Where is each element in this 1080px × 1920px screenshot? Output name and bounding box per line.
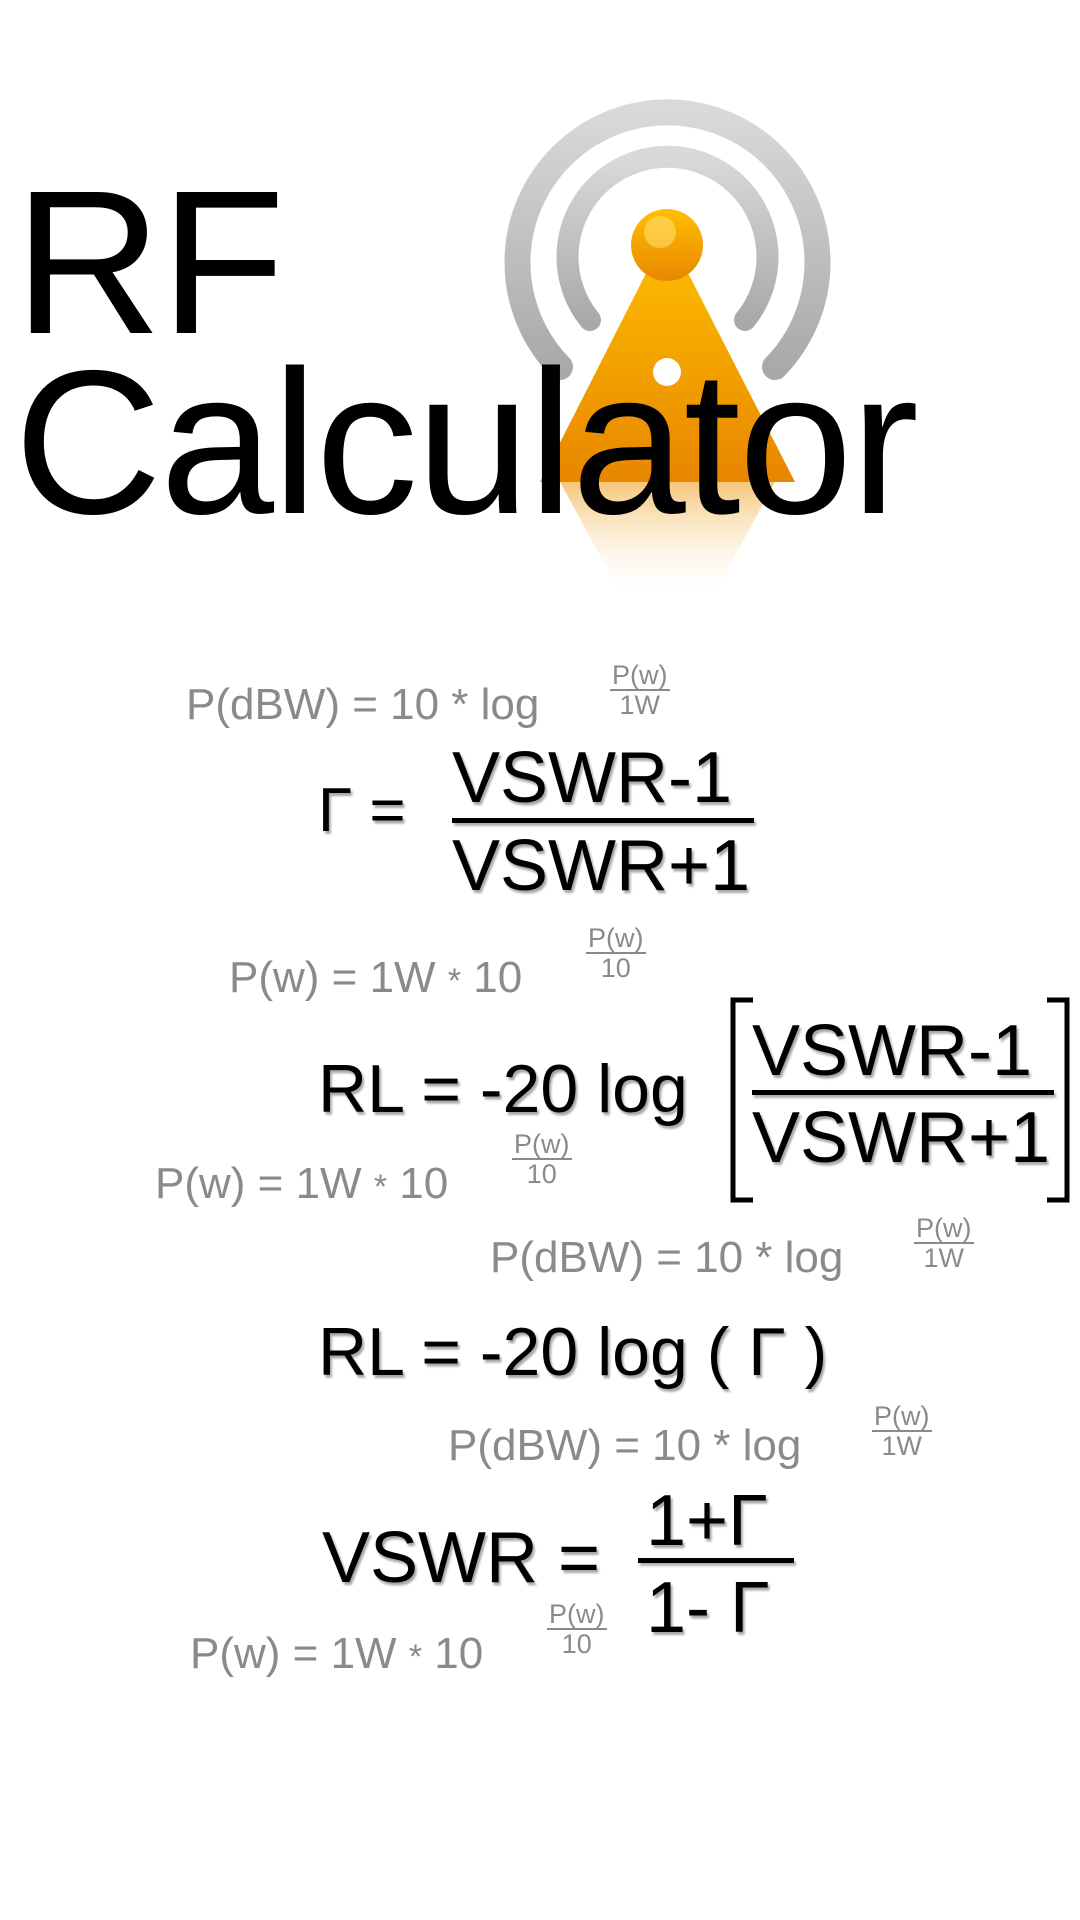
formula-vswr-def-denominator: 1- Γ	[646, 1568, 770, 1648]
formula-rl-vswr-lhs: RL = -20 log	[318, 1051, 688, 1127]
fraction-numerator: P(w)	[586, 923, 646, 955]
formula-pdbw-3: P(dBW) = 10 * log P(w) 1W	[448, 1402, 932, 1470]
fraction-denominator: 1W	[881, 1431, 923, 1462]
formula-pdbw-2-fraction: P(w) 1W	[914, 1214, 974, 1273]
fraction-numerator: P(w)	[610, 660, 670, 692]
fraction-denominator: 1W	[923, 1243, 965, 1274]
fraction-numerator: P(w)	[547, 1599, 607, 1631]
formula-pdbw-1-fraction: P(w) 1W	[610, 661, 670, 720]
formula-rl-gamma: RL = -20 log ( Γ )	[318, 1314, 828, 1390]
formula-pw-1-fraction: P(w) 10	[586, 924, 646, 983]
formula-rl-vswr-denominator: VSWR+1	[752, 1098, 1051, 1178]
fraction-denominator: 10	[526, 1159, 557, 1190]
formula-pw-1-star: *	[447, 962, 462, 1000]
formula-pdbw-3-left: P(dBW) = 10 * log	[448, 1421, 802, 1470]
formula-gamma-def-numerator: VSWR-1	[452, 738, 733, 818]
formula-pw-2-base: 10	[399, 1159, 449, 1208]
formula-pw-3-left: P(w) = 1W	[190, 1629, 397, 1678]
formula-pw-3: P(w) = 1W * 10 P(w) 10	[190, 1600, 607, 1678]
fraction-denominator: 1W	[619, 690, 661, 721]
fraction-denominator: 10	[561, 1629, 592, 1660]
formula-pw-2-fraction: P(w) 10	[512, 1130, 572, 1189]
fraction-numerator: P(w)	[872, 1401, 932, 1433]
formula-rl-vswr-numerator: VSWR-1	[752, 1011, 1033, 1091]
formula-pdbw-2-left: P(dBW) = 10 * log	[490, 1233, 844, 1282]
fraction-numerator: P(w)	[512, 1129, 572, 1161]
formula-pw-2-left: P(w) = 1W	[155, 1159, 362, 1208]
formula-pw-2: P(w) = 1W * 10 P(w) 10	[155, 1130, 572, 1208]
formula-pw-2-star: *	[373, 1168, 388, 1206]
app-title-line-2: Calculator	[14, 328, 919, 557]
formula-gamma-def-lhs: Γ =	[318, 776, 406, 845]
formula-pw-1-base: 10	[473, 953, 523, 1002]
formula-vswr-def-numerator: 1+Γ	[646, 1481, 768, 1561]
formula-pdbw-3-fraction: P(w) 1W	[872, 1402, 932, 1461]
formula-pw-3-star: *	[408, 1638, 423, 1676]
formula-gamma-def-denominator: VSWR+1	[452, 826, 751, 906]
formula-pdbw-1-left: P(dBW) = 10 * log	[186, 680, 540, 729]
formula-pw-1: P(w) = 1W * 10 P(w) 10	[229, 924, 646, 1002]
formula-pw-3-base: 10	[434, 1629, 484, 1678]
formula-gamma-def: Γ =	[318, 780, 406, 842]
fraction-numerator: P(w)	[914, 1213, 974, 1245]
formula-gamma-def-bar	[452, 818, 754, 823]
formula-pdbw-1: P(dBW) = 10 * log P(w) 1W	[186, 661, 670, 729]
formula-pw-3-fraction: P(w) 10	[547, 1600, 607, 1659]
formula-pw-1-left: P(w) = 1W	[229, 953, 436, 1002]
formula-vswr-def-lhs: VSWR =	[322, 1518, 601, 1598]
fraction-denominator: 10	[600, 953, 631, 984]
formula-pdbw-2: P(dBW) = 10 * log P(w) 1W	[490, 1214, 974, 1282]
